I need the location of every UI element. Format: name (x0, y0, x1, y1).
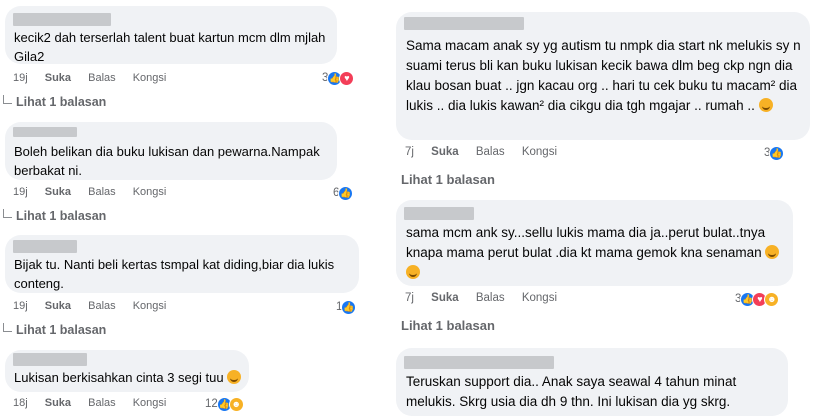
comment-time[interactable]: 19j (13, 72, 28, 84)
comment-bubble: Bijak tu. Nanti beli kertas tsmpal kat d… (5, 235, 359, 293)
reply-button[interactable]: Balas (476, 146, 505, 158)
comment-actions: 19j Suka Balas Kongsi (13, 300, 180, 316)
comment-actions: 19j Suka Balas Kongsi (13, 186, 180, 202)
comment-text: Lukisan berkisahkan cinta 3 segi tuu (14, 368, 244, 387)
comment-actions: 7j Suka Balas Kongsi (405, 146, 571, 162)
comment-time[interactable]: 7j (405, 146, 414, 158)
comment-actions: 7j Suka Balas Kongsi (405, 292, 571, 308)
like-button[interactable]: Suka (45, 300, 71, 312)
comment-time[interactable]: 19j (13, 186, 28, 198)
comment-text: Teruskan support dia.. Anak saya seawal … (406, 374, 737, 409)
redacted-author-name[interactable] (404, 356, 554, 369)
reaction-count: 12 (205, 398, 218, 410)
reply-button[interactable]: Balas (476, 292, 505, 304)
like-reaction-icon: 👍 (769, 145, 785, 161)
like-button[interactable]: Suka (45, 397, 71, 409)
like-button[interactable]: Suka (45, 186, 71, 198)
reaction-summary[interactable]: 1 👍 (336, 299, 357, 315)
comment-bubble: Boleh belikan dia buku lukisan dan pewar… (5, 122, 337, 180)
view-replies-link[interactable]: Lihat 1 balasan (3, 95, 106, 109)
like-reaction-icon: 👍 (341, 299, 357, 315)
reply-arrow-icon (3, 209, 12, 218)
share-button[interactable]: Kongsi (133, 186, 167, 198)
view-replies-link[interactable]: Lihat 1 balasan (401, 318, 495, 333)
like-reaction-icon: 👍 (338, 185, 354, 201)
rofl-emoji-icon (765, 245, 780, 259)
comment-time[interactable]: 18j (13, 397, 28, 409)
view-replies-link[interactable]: Lihat 1 balasan (3, 323, 106, 337)
comment-bubble: kecik2 dah terserlah talent buat kartun … (5, 6, 337, 64)
share-button[interactable]: Kongsi (133, 300, 167, 312)
reaction-summary[interactable]: 6 👍 (333, 185, 354, 201)
comment-text: Bijak tu. Nanti beli kertas tsmpal kat d… (14, 257, 335, 291)
comment-text: kecik2 dah terserlah talent buat kartun … (14, 30, 326, 64)
haha-reaction-icon: ☻ (764, 291, 780, 307)
share-button[interactable]: Kongsi (522, 146, 557, 158)
comment-bubble: Lukisan berkisahkan cinta 3 segi tuu (5, 350, 249, 392)
share-button[interactable]: Kongsi (522, 292, 557, 304)
redacted-author-name[interactable] (13, 240, 77, 253)
redacted-author-name[interactable] (404, 207, 474, 220)
reply-arrow-icon (3, 323, 12, 332)
comment-time[interactable]: 19j (13, 300, 28, 312)
like-button[interactable]: Suka (45, 72, 71, 84)
comment-time[interactable]: 7j (405, 292, 414, 304)
comment-actions: 18j Suka Balas Kongsi (13, 397, 180, 413)
reaction-summary[interactable]: 12 👍 ☻ (205, 396, 244, 412)
comment-bubble: Teruskan support dia.. Anak saya seawal … (396, 348, 788, 416)
redacted-author-name[interactable] (13, 353, 87, 366)
comment-text: Sama macam anak sy yg autism tu nmpk dia… (406, 38, 801, 113)
share-button[interactable]: Kongsi (133, 72, 167, 84)
like-button[interactable]: Suka (431, 146, 459, 158)
share-button[interactable]: Kongsi (133, 397, 167, 409)
reply-button[interactable]: Balas (88, 72, 116, 84)
comment-bubble: Sama macam anak sy yg autism tu nmpk dia… (396, 12, 810, 140)
view-replies-link[interactable]: Lihat 1 balasan (3, 209, 106, 223)
redacted-author-name[interactable] (404, 17, 524, 30)
reply-button[interactable]: Balas (88, 300, 116, 312)
rofl-emoji-icon (406, 265, 420, 279)
reply-button[interactable]: Balas (88, 186, 116, 198)
view-replies-link[interactable]: Lihat 1 balasan (401, 172, 495, 187)
reaction-summary[interactable]: 3 👍 (764, 145, 785, 161)
comment-actions: 19j Suka Balas Kongsi (13, 72, 180, 88)
redacted-author-name[interactable] (13, 127, 77, 137)
redacted-author-name[interactable] (13, 13, 111, 26)
comment-text: sama mcm ank sy...sellu lukis mama dia j… (406, 223, 786, 283)
like-button[interactable]: Suka (431, 292, 459, 304)
comment-bubble: sama mcm ank sy...sellu lukis mama dia j… (396, 200, 793, 286)
reaction-summary[interactable]: 3 👍 ♥ ☻ (735, 291, 780, 307)
love-reaction-icon: ♥ (339, 70, 355, 86)
comment-text: Boleh belikan dia buku lukisan dan pewar… (14, 144, 320, 178)
smile-emoji-icon (758, 98, 773, 112)
haha-reaction-icon: ☻ (228, 396, 244, 412)
reply-button[interactable]: Balas (88, 397, 116, 409)
smile-emoji-icon (227, 370, 242, 384)
reply-arrow-icon (3, 95, 12, 104)
reaction-summary[interactable]: 3 👍 ♥ (322, 70, 355, 86)
